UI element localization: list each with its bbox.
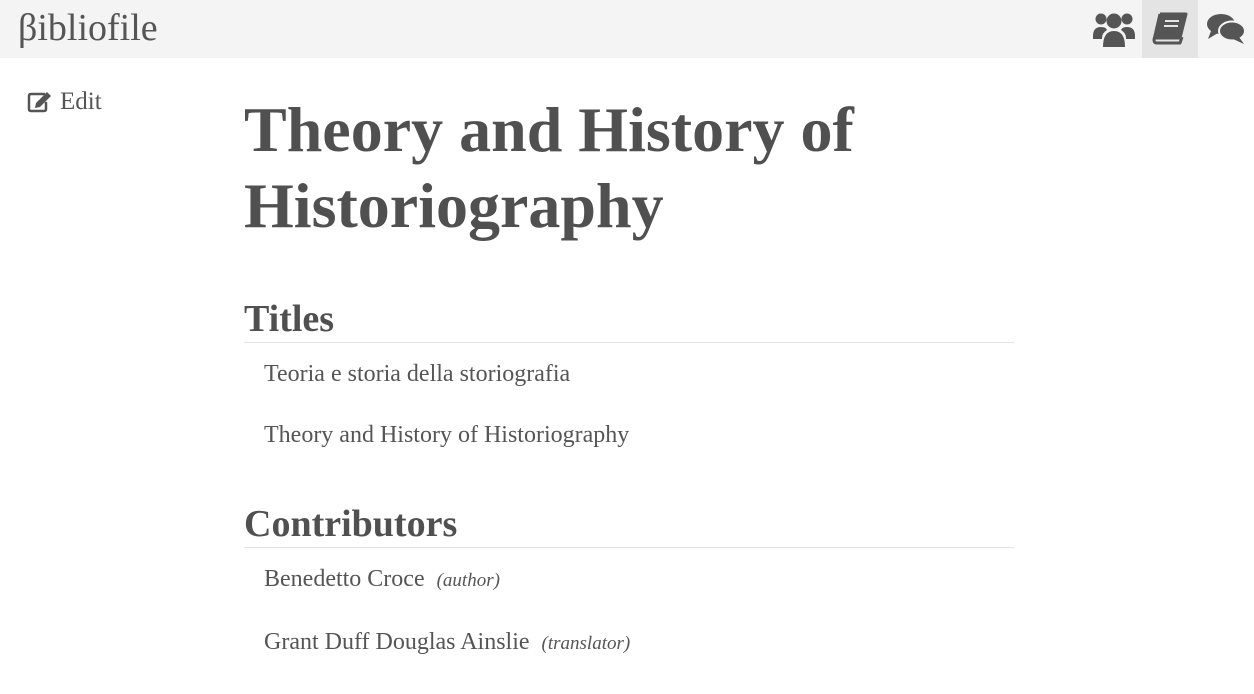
page-title: Theory and History of Historiography	[244, 94, 854, 241]
contributor-item: Benedetto Croce (author)	[264, 564, 1014, 596]
contributor-role: (author)	[436, 570, 500, 591]
contributor-role: (translator)	[541, 633, 631, 654]
main-content: Theory and History of Historiography Tit…	[244, 92, 1014, 659]
titles-section: Titles Teoria e storia della storiografi…	[244, 296, 1014, 450]
edit-label: Edit	[60, 88, 102, 115]
contributors-heading: Contributors	[244, 501, 1014, 548]
book-icon	[1152, 12, 1188, 46]
contributors-section: Contributors Benedetto Croce (author) Gr…	[244, 501, 1014, 659]
brand-link[interactable]: βibliofile	[18, 6, 158, 50]
contributor-name[interactable]: Grant Duff Douglas Ainslie	[264, 629, 530, 655]
contributors-list: Benedetto Croce (author) Grant Duff Doug…	[244, 564, 1014, 659]
contributor-item: Grant Duff Douglas Ainslie (translator)	[264, 627, 1014, 659]
title-item: Teoria e storia della storiografia	[264, 361, 571, 387]
title-item: Theory and History of Historiography	[264, 422, 630, 448]
users-icon	[1093, 9, 1135, 49]
nav-users-button[interactable]	[1086, 0, 1142, 58]
titles-list: Teoria e storia della storiografia Theor…	[244, 359, 1014, 450]
nav-books-button[interactable]	[1142, 0, 1198, 58]
nav-comments-button[interactable]	[1198, 0, 1254, 58]
navbar: βibliofile	[0, 0, 1254, 58]
titles-heading: Titles	[244, 296, 1014, 343]
contributor-name[interactable]: Benedetto Croce	[264, 566, 425, 592]
nav-icons	[1086, 0, 1254, 58]
comments-icon	[1206, 12, 1246, 46]
edit-link[interactable]: Edit	[27, 86, 102, 118]
edit-icon	[27, 91, 52, 113]
